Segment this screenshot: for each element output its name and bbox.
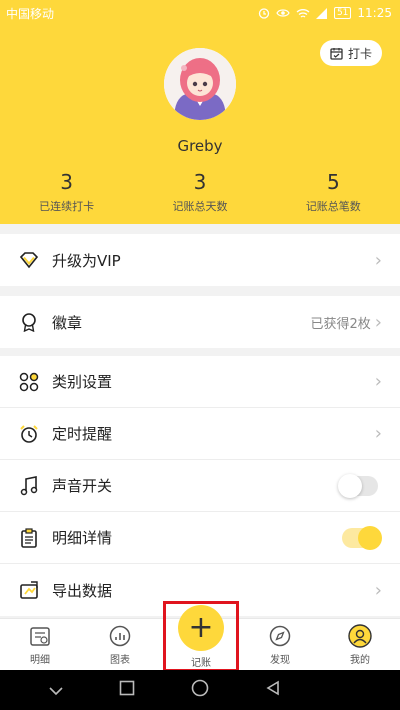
menu-item-label: 徽章 — [52, 313, 83, 332]
chevron-right-icon: › — [374, 371, 382, 392]
tab-label: 发现 — [270, 655, 290, 666]
compass-icon — [268, 624, 292, 648]
detail-toggle[interactable] — [342, 525, 382, 550]
menu-item-sound[interactable]: 声音开关 — [0, 460, 400, 512]
profile-header: 中国移动 51 11:25 打卡 Greby 3 已连续打卡 3 记账总天数 5… — [0, 0, 400, 224]
chart-icon — [108, 624, 132, 648]
tab-mine[interactable]: 我的 — [320, 619, 400, 670]
tab-label: 图表 — [110, 655, 130, 666]
add-record-button[interactable]: + — [178, 605, 224, 651]
eye-status-icon — [276, 9, 290, 17]
menu-item-label: 定时提醒 — [52, 425, 113, 443]
avatar[interactable] — [164, 48, 236, 120]
menu-item-detail[interactable]: 明细详情 — [0, 512, 400, 564]
clipboard-icon — [18, 527, 40, 549]
home-icon[interactable] — [191, 679, 209, 701]
checkin-button[interactable]: 打卡 — [320, 40, 382, 66]
plus-icon: + — [188, 610, 214, 645]
stats-row: 3 已连续打卡 3 记账总天数 5 记账总笔数 — [0, 170, 400, 214]
tab-label: 明细 — [30, 655, 50, 666]
alarm-status-icon — [258, 8, 270, 19]
stat-label: 记账总天数 — [172, 200, 228, 213]
menu-item-label: 明细详情 — [52, 529, 113, 547]
vip-section: 升级为VIP › — [0, 234, 400, 286]
add-record-highlight: + 记账 — [163, 601, 239, 672]
sound-toggle[interactable] — [338, 473, 378, 498]
tab-label: 我的 — [350, 655, 370, 666]
badge-section: 徽章 已获得2枚 › — [0, 296, 400, 348]
medal-icon — [18, 311, 40, 333]
stat-value: 5 — [326, 170, 340, 194]
menu-item-category[interactable]: 类别设置 › — [0, 356, 400, 408]
stat-label: 已连续打卡 — [39, 200, 95, 213]
toggle-knob — [358, 525, 382, 550]
menu-item-reminder[interactable]: 定时提醒 › — [0, 408, 400, 460]
badge-count: 已获得2枚 — [310, 316, 371, 332]
menu-item-label: 声音开关 — [52, 477, 113, 495]
alarm-icon — [18, 423, 40, 445]
stat-value: 3 — [60, 170, 74, 194]
chevron-right-icon: › — [374, 249, 382, 271]
checkin-label: 打卡 — [347, 46, 372, 61]
carrier-label: 中国移动 — [6, 6, 55, 21]
collapse-icon[interactable] — [48, 681, 64, 700]
stat-total-days: 3 记账总天数 — [133, 170, 266, 214]
chevron-right-icon: › — [374, 311, 382, 333]
grid-icon — [18, 371, 40, 393]
username: Greby — [177, 137, 223, 155]
user-icon — [348, 624, 372, 648]
system-nav-bar — [0, 670, 400, 710]
stat-streak: 3 已连续打卡 — [0, 170, 133, 214]
menu-item-label: 类别设置 — [52, 373, 113, 391]
back-icon[interactable] — [265, 680, 281, 700]
stat-value: 3 — [193, 170, 207, 194]
menu-item-badge[interactable]: 徽章 已获得2枚 › — [0, 296, 400, 348]
menu-item-label: 升级为VIP — [52, 251, 121, 270]
status-icons: 51 11:25 — [258, 6, 392, 20]
signal-status-icon — [315, 7, 327, 19]
tab-chart[interactable]: 图表 — [80, 619, 160, 670]
diamond-icon — [18, 249, 40, 271]
chevron-right-icon: › — [374, 423, 382, 444]
menu-item-vip[interactable]: 升级为VIP › — [0, 234, 400, 286]
tab-ledger[interactable]: 明细 — [0, 619, 80, 670]
tab-discover[interactable]: 发现 — [240, 619, 320, 670]
recent-apps-icon[interactable] — [119, 680, 135, 700]
settings-section: 类别设置 › 定时提醒 › 声音开关 明细详情 导出数据 › — [0, 356, 400, 616]
toggle-knob — [338, 473, 362, 498]
export-icon — [18, 579, 40, 601]
chevron-right-icon: › — [374, 579, 382, 601]
status-bar: 中国移动 51 11:25 — [0, 0, 400, 26]
stat-total-entries: 5 记账总笔数 — [267, 170, 400, 214]
avatar-image — [164, 48, 236, 120]
music-note-icon — [18, 475, 40, 497]
calendar-check-icon — [330, 47, 343, 60]
stat-label: 记账总笔数 — [305, 200, 361, 213]
clock-label: 11:25 — [357, 6, 392, 20]
ledger-icon — [28, 624, 52, 648]
battery-icon: 51 — [333, 7, 352, 19]
tab-label: 记账 — [191, 658, 211, 669]
menu-item-label: 导出数据 — [52, 581, 113, 600]
wifi-status-icon — [296, 8, 310, 18]
